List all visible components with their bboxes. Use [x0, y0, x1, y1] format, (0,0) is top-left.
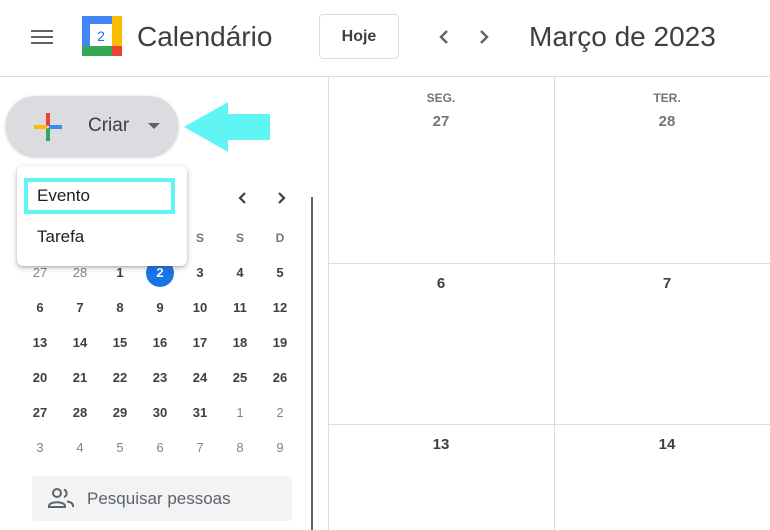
- date-number[interactable]: 27: [328, 113, 554, 130]
- today-button[interactable]: Hoje: [319, 14, 399, 59]
- mini-calendar-day[interactable]: 15: [100, 329, 140, 357]
- mini-calendar-day[interactable]: 10: [180, 294, 220, 322]
- create-button-label: Criar: [88, 115, 130, 136]
- mini-calendar-week: 3 4 5 6 7 8 9: [20, 430, 300, 465]
- annotation-arrow-icon: [184, 102, 270, 152]
- weekday-header: D: [275, 230, 285, 245]
- calendar-logo-icon[interactable]: 2: [82, 16, 122, 56]
- menu-icon-bar: [31, 30, 53, 32]
- mini-calendar-day[interactable]: 9: [260, 434, 300, 462]
- people-search-placeholder: Pesquisar pessoas: [87, 489, 231, 508]
- date-number[interactable]: 6: [328, 275, 554, 292]
- chevron-left-icon: [238, 192, 246, 204]
- mini-calendar-day[interactable]: 6: [140, 434, 180, 462]
- mini-calendar-week: 6 7 8 9 10 11 12: [20, 290, 300, 325]
- chevron-right-icon: [480, 30, 489, 44]
- menu-icon-bar: [31, 36, 53, 38]
- mini-calendar-day[interactable]: 7: [180, 434, 220, 462]
- date-number[interactable]: 28: [554, 113, 770, 130]
- date-number[interactable]: 7: [554, 275, 770, 292]
- mini-calendar-day[interactable]: 9: [140, 294, 180, 322]
- mini-calendar-day[interactable]: 18: [220, 329, 260, 357]
- mini-calendar-day[interactable]: 25: [220, 364, 260, 392]
- mini-calendar-next-month-button[interactable]: [268, 185, 294, 211]
- mini-calendar-day[interactable]: 21: [60, 364, 100, 392]
- create-button[interactable]: Criar: [6, 96, 178, 156]
- mini-calendar-day[interactable]: 22: [100, 364, 140, 392]
- grid-divider: [328, 263, 770, 264]
- mini-calendar-day[interactable]: 28: [60, 399, 100, 427]
- mini-calendar-day[interactable]: 26: [260, 364, 300, 392]
- create-menu-item-task[interactable]: Tarefa: [17, 219, 187, 255]
- next-period-button[interactable]: [469, 22, 499, 52]
- caret-down-icon: [148, 123, 160, 129]
- main-menu-button[interactable]: [22, 20, 62, 54]
- mini-calendar-day[interactable]: 6: [20, 294, 60, 322]
- mini-calendar-day[interactable]: 24: [180, 364, 220, 392]
- mini-calendar-week: 20 21 22 23 24 25 26: [20, 360, 300, 395]
- month-grid: SEG. 27 TER. 28 6 7 13 14: [328, 77, 770, 530]
- mini-calendar-day[interactable]: 23: [140, 364, 180, 392]
- people-icon: [48, 488, 74, 508]
- top-app-bar: 2 Calendário Hoje Março de 2023: [0, 0, 770, 77]
- mini-calendar-day[interactable]: 20: [20, 364, 60, 392]
- mini-calendar-day[interactable]: 17: [180, 329, 220, 357]
- weekday-label: TER.: [653, 91, 681, 105]
- mini-calendar-day[interactable]: 11: [220, 294, 260, 322]
- date-number[interactable]: 14: [554, 436, 770, 453]
- app-title: Calendário: [137, 21, 273, 52]
- date-number[interactable]: 13: [328, 436, 554, 453]
- mini-calendar-day[interactable]: 13: [20, 329, 60, 357]
- mini-calendar-day[interactable]: 7: [60, 294, 100, 322]
- mini-calendar-week: 13 14 15 16 17 18 19: [20, 325, 300, 360]
- mini-calendar-day[interactable]: 16: [140, 329, 180, 357]
- logo-day-number: 2: [97, 28, 105, 44]
- previous-period-button[interactable]: [429, 22, 459, 52]
- menu-icon-bar: [31, 42, 53, 44]
- mini-calendar-day[interactable]: 5: [100, 434, 140, 462]
- grid-divider: [328, 77, 329, 530]
- grid-divider: [554, 77, 555, 530]
- mini-calendar-day[interactable]: 29: [100, 399, 140, 427]
- mini-calendar-day[interactable]: 8: [220, 434, 260, 462]
- current-month-title: Março de 2023: [529, 21, 716, 52]
- weekday-label: SEG.: [426, 91, 456, 105]
- mini-calendar-day[interactable]: 3: [20, 434, 60, 462]
- mini-calendar-day[interactable]: 12: [260, 294, 300, 322]
- mini-calendar-day[interactable]: 14: [60, 329, 100, 357]
- mini-calendar-day[interactable]: 8: [100, 294, 140, 322]
- create-menu: Evento Tarefa: [17, 166, 187, 266]
- mini-calendar-day[interactable]: 1: [220, 399, 260, 427]
- mini-calendar-day[interactable]: 19: [260, 329, 300, 357]
- grid-divider: [328, 424, 770, 425]
- mini-calendar-day[interactable]: 5: [260, 259, 300, 287]
- chevron-left-icon: [439, 30, 448, 44]
- mini-calendar-previous-month-button[interactable]: [230, 185, 256, 211]
- plus-icon: [34, 113, 62, 141]
- mini-calendar-day[interactable]: 2: [260, 399, 300, 427]
- mini-calendar-day[interactable]: 4: [220, 259, 260, 287]
- people-search-input[interactable]: Pesquisar pessoas: [32, 476, 292, 521]
- mini-calendar-day[interactable]: 27: [20, 399, 60, 427]
- weekday-header: S: [235, 230, 244, 245]
- mini-calendar-week: 27 28 29 30 31 1 2: [20, 395, 300, 430]
- mini-calendar-day[interactable]: 30: [140, 399, 180, 427]
- mini-calendar-day[interactable]: 31: [180, 399, 220, 427]
- mini-calendar-day[interactable]: 4: [60, 434, 100, 462]
- sidebar-scrollbar[interactable]: [311, 197, 313, 530]
- chevron-right-icon: [278, 192, 286, 204]
- create-menu-item-event[interactable]: Evento: [17, 178, 187, 214]
